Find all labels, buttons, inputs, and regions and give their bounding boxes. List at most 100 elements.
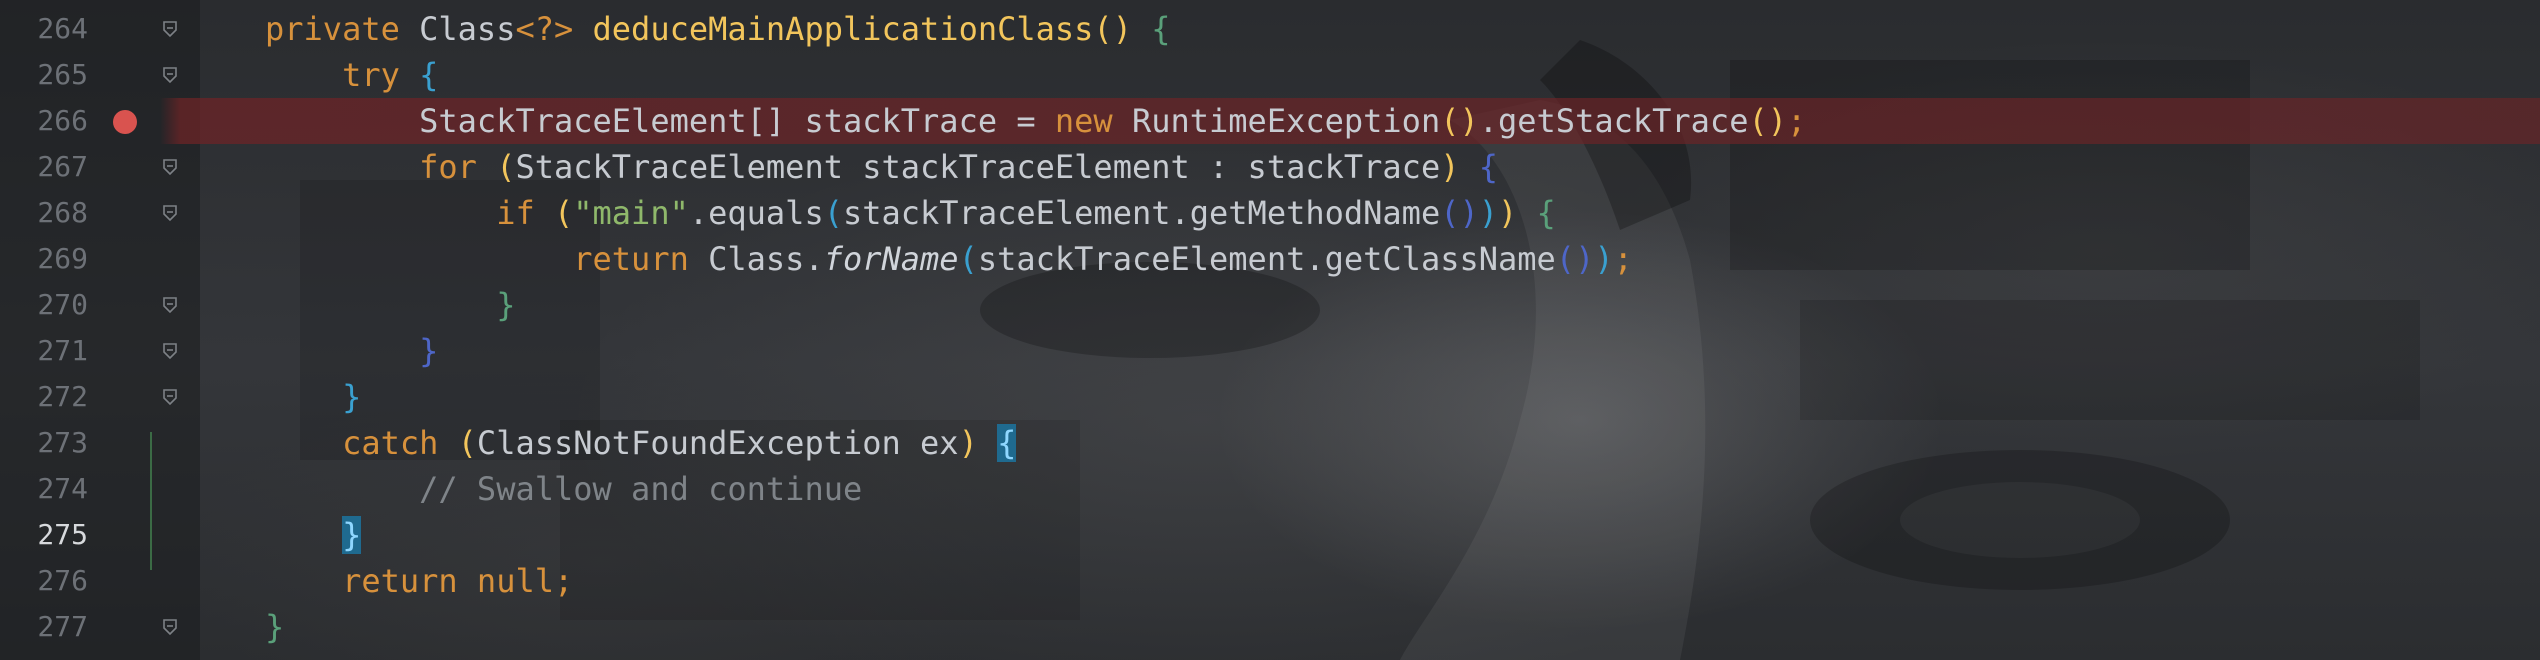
code-token: new — [1054, 102, 1132, 140]
line-number[interactable]: 271 — [0, 328, 88, 374]
code-token: ClassNotFoundException ex — [476, 424, 959, 462]
code-token: Class. — [708, 240, 824, 278]
fold-icon[interactable] — [162, 203, 178, 223]
code-token: stackTraceElement.getMethodName — [842, 194, 1441, 232]
line-number[interactable]: 264 — [0, 6, 88, 52]
code-text[interactable]: } — [265, 604, 284, 650]
code-token: return null — [265, 562, 554, 600]
code-line[interactable]: 266 StackTraceElement[] stackTrace = new… — [0, 98, 2540, 144]
code-text[interactable]: if ("main".equals(stackTraceElement.getM… — [265, 190, 1556, 236]
code-token: deduceMainApplicationClass — [592, 10, 1094, 48]
code-token: StackTraceElement stackTraceElement : st… — [515, 148, 1441, 186]
line-number[interactable]: 273 — [0, 420, 88, 466]
code-token: { — [997, 424, 1017, 462]
breakpoint-icon[interactable] — [113, 110, 137, 134]
code-token: StackTraceElement[] stackTrace = — [265, 102, 1055, 140]
code-line[interactable]: 271 } — [0, 328, 2540, 374]
code-token: ( — [958, 240, 978, 278]
code-line[interactable]: 268 if ("main".equals(stackTraceElement.… — [0, 190, 2540, 236]
code-token: stackTraceElement.getClassName — [977, 240, 1556, 278]
code-line[interactable]: 272 } — [0, 374, 2540, 420]
code-text[interactable]: private Class<?> deduceMainApplicationCl… — [265, 6, 1170, 52]
code-text[interactable]: for (StackTraceElement stackTraceElement… — [265, 144, 1498, 190]
code-token: ) — [1440, 148, 1479, 186]
code-token: { — [1151, 10, 1171, 48]
code-line[interactable]: 265 try { — [0, 52, 2540, 98]
code-text[interactable]: } — [265, 328, 438, 374]
code-token: { — [1478, 148, 1498, 186]
code-text[interactable]: } — [265, 512, 362, 558]
code-line[interactable]: 277} — [0, 604, 2540, 650]
code-token: } — [265, 378, 362, 416]
code-token: return — [265, 240, 709, 278]
line-number[interactable]: 265 — [0, 52, 88, 98]
code-token: RuntimeException — [1131, 102, 1441, 140]
code-token: () — [1555, 240, 1595, 278]
code-text[interactable]: catch (ClassNotFoundException ex) { — [265, 420, 1017, 466]
code-token: ) — [1498, 194, 1537, 232]
code-token: ; — [1613, 240, 1633, 278]
code-text[interactable]: try { — [265, 52, 438, 98]
line-number[interactable]: 267 — [0, 144, 88, 190]
code-text[interactable]: return null; — [265, 558, 573, 604]
code-token: private — [265, 10, 420, 48]
code-line[interactable]: 274 // Swallow and continue — [0, 466, 2540, 512]
code-token: ) — [958, 424, 998, 462]
code-token: } — [265, 332, 439, 370]
code-line[interactable]: 267 for (StackTraceElement stackTraceEle… — [0, 144, 2540, 190]
fold-icon[interactable] — [162, 19, 178, 39]
code-token: try — [265, 56, 420, 94]
code-token: () — [1440, 102, 1479, 140]
code-text[interactable]: } — [265, 282, 515, 328]
code-token: ( — [553, 194, 574, 232]
fold-icon[interactable] — [162, 295, 178, 315]
line-number[interactable]: 268 — [0, 190, 88, 236]
code-token: ) — [1594, 240, 1614, 278]
line-number[interactable]: 270 — [0, 282, 88, 328]
code-token: } — [265, 608, 285, 646]
line-number[interactable]: 274 — [0, 466, 88, 512]
code-token: ) — [1478, 194, 1498, 232]
code-token: } — [265, 286, 516, 324]
code-line[interactable]: 270 } — [0, 282, 2540, 328]
code-text[interactable]: StackTraceElement[] stackTrace = new Run… — [265, 98, 1806, 144]
line-number[interactable]: 275 — [0, 512, 88, 558]
code-line[interactable]: 264 private Class<?> deduceMainApplicatio… — [0, 6, 2540, 52]
code-text[interactable]: // Swallow and continue — [265, 466, 862, 512]
code-token: catch — [265, 424, 458, 462]
code-token: ; — [1786, 102, 1807, 140]
fold-icon[interactable] — [162, 65, 178, 85]
line-number[interactable]: 266 — [0, 98, 88, 144]
code-token: ; — [553, 562, 574, 600]
code-token: .equals — [688, 194, 824, 232]
code-token: Class — [419, 10, 516, 48]
fold-icon[interactable] — [162, 157, 178, 177]
code-token: () — [1093, 10, 1152, 48]
code-token: <?> — [515, 10, 593, 48]
code-line[interactable]: 276 return null; — [0, 558, 2540, 604]
code-token: () — [1748, 102, 1787, 140]
code-token: for — [265, 148, 497, 186]
line-number[interactable]: 272 — [0, 374, 88, 420]
code-token: .getStackTrace — [1478, 102, 1749, 140]
fold-icon[interactable] — [162, 617, 178, 637]
code-token: } — [342, 516, 362, 554]
line-number[interactable]: 277 — [0, 604, 88, 650]
code-token: if — [265, 194, 554, 232]
code-line[interactable]: 273 catch (ClassNotFoundException ex) { — [0, 420, 2540, 466]
code-token: { — [1536, 194, 1556, 232]
code-token: forName — [823, 240, 959, 278]
line-number[interactable]: 276 — [0, 558, 88, 604]
code-token: "main" — [573, 194, 689, 232]
code-editor[interactable]: 264 private Class<?> deduceMainApplicatio… — [0, 0, 2540, 660]
code-token: ( — [823, 194, 843, 232]
code-text[interactable]: return Class.forName(stackTraceElement.g… — [265, 236, 1633, 282]
code-text[interactable]: } — [265, 374, 361, 420]
fold-icon[interactable] — [162, 387, 178, 407]
code-line[interactable]: 269 return Class.forName(stackTraceEleme… — [0, 236, 2540, 282]
code-line[interactable]: 275 } — [0, 512, 2540, 558]
line-number[interactable]: 269 — [0, 236, 88, 282]
fold-icon[interactable] — [162, 341, 178, 361]
code-token: { — [419, 56, 439, 94]
